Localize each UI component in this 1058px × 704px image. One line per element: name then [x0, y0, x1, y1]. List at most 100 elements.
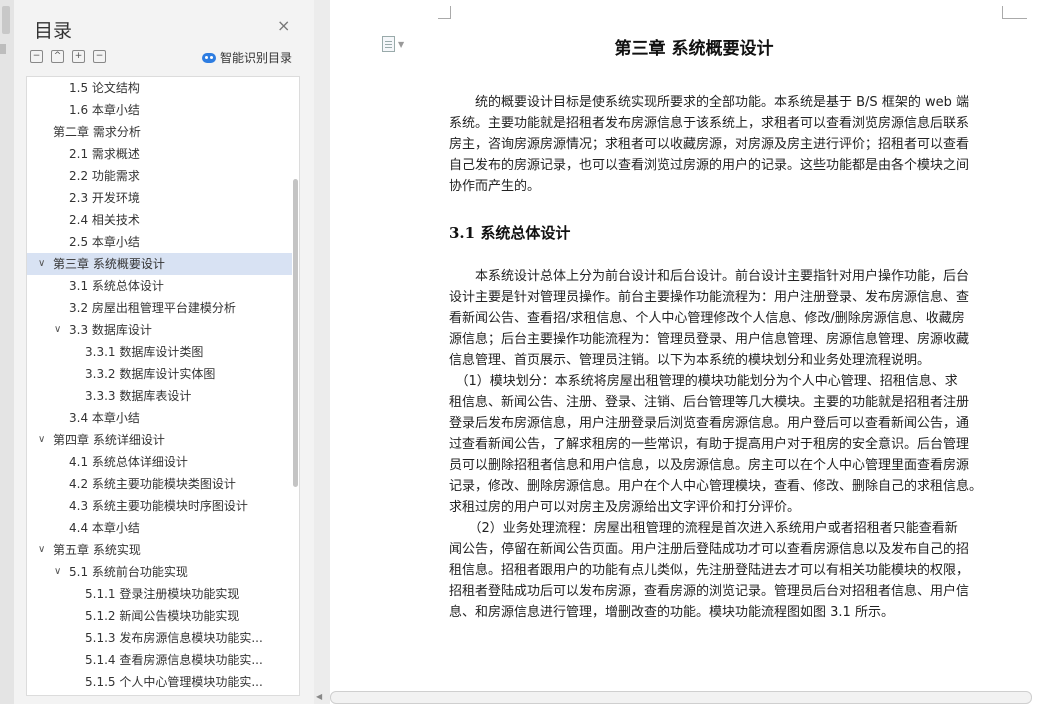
toc-item[interactable]: 5.1.3 发布房源信息模块功能实... — [27, 627, 292, 649]
intro-paragraph: 统的概要设计目标是使系统实现所要求的全部功能。本系统是基于 B/S 框架的 we… — [449, 92, 1006, 197]
remove-heading-icon[interactable]: − — [93, 50, 106, 63]
toc-item[interactable]: 4.2 系统主要功能模块类图设计 — [27, 473, 292, 495]
text-line: 本系统设计总体上分为前台设计和后台设计。前台设计主要指针对用户操作功能，后台 — [449, 269, 970, 284]
text-line: 招租者登陆成功后可以发布房源，查看房源的浏览记录。管理员后台对招租者信息、用户信 — [449, 584, 970, 599]
toc-item[interactable]: 第二章 需求分析 — [27, 121, 292, 143]
toc-item-label: 3.3.2 数据库设计实体图 — [85, 367, 216, 381]
toc-item[interactable]: 4.1 系统总体详细设计 — [27, 451, 292, 473]
toc-item[interactable]: ∨ 5.1 系统前台功能实现 — [27, 561, 292, 583]
text-line: 息、和房源信息进行管理，增删改查的功能。模块功能流程图如图 3.1 所示。 — [449, 605, 894, 620]
toc-item[interactable]: 1.5 论文结构 — [27, 77, 292, 99]
chapter-title: 第三章 系统概要设计 — [614, 39, 774, 59]
toc-item[interactable]: ∨ 第三章 系统概要设计 — [27, 253, 292, 275]
text-line: 统的概要设计目标是使系统实现所要求的全部功能。本系统是基于 B/S 框架的 we… — [449, 95, 969, 110]
toc-item-label: 4.1 系统总体详细设计 — [69, 455, 188, 469]
toc-item-label: 4.4 本章小结 — [69, 521, 140, 535]
body-paragraph: 本系统设计总体上分为前台设计和后台设计。前台设计主要指针对用户操作功能，后台 设计… — [449, 266, 1006, 623]
chevron-down-icon[interactable]: ∨ — [38, 253, 45, 275]
toc-item[interactable]: 2.2 功能需求 — [27, 165, 292, 187]
toc-item-label: 第二章 需求分析 — [53, 125, 141, 139]
horizontal-scrollbar[interactable] — [330, 691, 1032, 704]
toc-item-label: 5.1.4 查看房源信息模块功能实... — [85, 653, 263, 667]
toc-item-label: 第三章 系统概要设计 — [53, 257, 165, 271]
chevron-down-icon[interactable]: ∨ — [38, 429, 45, 451]
strip-marker — [0, 44, 6, 54]
toc-item-label: 5.1 系统前台功能实现 — [69, 565, 188, 579]
toc-item-label: 第四章 系统详细设计 — [53, 433, 165, 447]
toc-item-label: 2.3 开发环境 — [69, 191, 140, 205]
text-line: 闻公告，停留在新闻公告页面。用户注册后登陆成功才可以查看房源信息以及发布自己的招 — [449, 542, 970, 557]
toc-item[interactable]: 2.5 本章小结 — [27, 231, 292, 253]
left-strip — [0, 0, 15, 704]
text-line: 求租过房的用户可以对房主及房源给出文字评价和打分评价。 — [449, 500, 801, 515]
text-line: 登录后发布房源信息，用户注册登录后浏览查看房源信息。用户登后可以查看新闻公告，通 — [449, 416, 970, 431]
text-line: 租信息、新闻公告、注册、登录、注销、后台管理等几大模块。主要的功能就是招租者注册 — [449, 395, 970, 410]
toc-item-label: 2.4 相关技术 — [69, 213, 140, 227]
toc-item[interactable]: 4.4 本章小结 — [27, 517, 292, 539]
chevron-down-icon[interactable]: ∨ — [54, 561, 61, 583]
ai-bot-icon — [202, 52, 216, 63]
text-line: 租信息。招租者跟用户的功能有点儿类似，先注册登陆进去才可以有相关功能模块的权限， — [449, 563, 970, 578]
toc-item[interactable]: 3.3.3 数据库表设计 — [27, 385, 292, 407]
toc-item[interactable]: 4.3 系统主要功能模块时序图设计 — [27, 495, 292, 517]
section-title: 3.1 系统总体设计 — [449, 224, 571, 242]
text-line: 信息管理、首页展示、管理员注销。以下为本系统的模块划分和业务处理流程说明。 — [449, 353, 931, 368]
toc-item-label: 3.3.3 数据库表设计 — [85, 389, 192, 403]
panel-divider[interactable] — [314, 0, 330, 704]
toc-item-label: 4.3 系统主要功能模块时序图设计 — [69, 499, 248, 513]
scroll-left-icon[interactable]: ◀ — [316, 692, 322, 701]
toc-item[interactable]: 3.1 系统总体设计 — [27, 275, 292, 297]
toc-item[interactable]: 2.3 开发环境 — [27, 187, 292, 209]
toc-item[interactable]: 2.1 需求概述 — [27, 143, 292, 165]
add-heading-icon[interactable]: + — [72, 50, 85, 63]
toc-title: 目录 — [34, 20, 73, 42]
text-line: 自己发布的房源记录，也可以查看浏览过房源的用户的记录。这些功能都是由各个模块之间 — [449, 158, 970, 173]
text-line: 记录，修改、删除房源信息。用户在个人中心管理模块，查看、修改、删除自己的求租信息… — [449, 479, 983, 494]
text-line: 看新闻公告、查看招/求租信息、个人中心管理修改个人信息、修改/删除房源信息、收藏… — [449, 311, 965, 326]
expand-up-icon[interactable]: ^ — [51, 50, 64, 63]
chevron-down-icon[interactable]: ∨ — [54, 319, 61, 341]
toc-item-label: 1.6 本章小结 — [69, 103, 140, 117]
toc-item-label: 2.2 功能需求 — [69, 169, 140, 183]
text-line: 员可以删除招租者信息和用户信息，以及房源信息。房主可以在个人中心管理里面查看房源 — [449, 458, 970, 473]
toc-item[interactable]: 1.6 本章小结 — [27, 99, 292, 121]
toc-item-label: 5.1.1 登录注册模块功能实现 — [85, 587, 240, 601]
chevron-down-icon[interactable]: ∨ — [38, 539, 45, 561]
close-icon[interactable]: × — [277, 18, 290, 34]
text-line: 设计主要是针对管理员操作。前台主要操作功能流程为：用户注册登录、发布房源信息、查 — [449, 290, 970, 305]
smart-recognize-button[interactable]: 智能识别目录 — [202, 49, 292, 66]
document-page: ▼ 第三章 系统概要设计 统的概要设计目标是使系统实现所要求的全部功能。本系统是… — [330, 0, 1058, 704]
toc-item-label: 3.1 系统总体设计 — [69, 279, 164, 293]
toc-list: 1.5 论文结构 1.6 本章小结第二章 需求分析 2.1 需求概述 2.2 功能需求… — [27, 77, 292, 693]
collapse-all-icon[interactable]: − — [30, 50, 43, 63]
toc-item[interactable]: 2.4 相关技术 — [27, 209, 292, 231]
toc-scrollbar-thumb[interactable] — [293, 179, 298, 487]
toc-toolbar: − ^ + − — [30, 50, 106, 63]
toc-item[interactable]: ∨ 3.3 数据库设计 — [27, 319, 292, 341]
toc-item-label: 1.5 论文结构 — [69, 81, 140, 95]
toc-panel: 1.5 论文结构 1.6 本章小结第二章 需求分析 2.1 需求概述 2.2 功能需求… — [26, 76, 300, 696]
strip-handle[interactable] — [2, 6, 10, 34]
toc-item-label: 2.1 需求概述 — [69, 147, 140, 161]
toc-item[interactable]: 5.1.2 新闻公告模块功能实现 — [27, 605, 292, 627]
toc-item-label: 3.4 本章小结 — [69, 411, 140, 425]
toc-item[interactable]: ∨ 第五章 系统实现 — [27, 539, 292, 561]
toc-item[interactable]: 5.1.5 个人中心管理模块功能实... — [27, 671, 292, 693]
toc-item[interactable]: ∨ 第四章 系统详细设计 — [27, 429, 292, 451]
toc-item-label: 4.2 系统主要功能模块类图设计 — [69, 477, 236, 491]
toc-item[interactable]: 5.1.4 查看房源信息模块功能实... — [27, 649, 292, 671]
text-line: 源信息；后台主要操作功能流程为：管理员登录、用户信息管理、房源信息管理、房源收藏 — [449, 332, 970, 347]
toc-item-label: 5.1.3 发布房源信息模块功能实... — [85, 631, 263, 645]
toc-item[interactable]: 3.2 房屋出租管理平台建模分析 — [27, 297, 292, 319]
text-line: （1）模块划分：本系统将房屋出租管理的模块功能划分为个人中心管理、招租信息、求 — [449, 374, 958, 389]
toc-item-label: 5.1.5 个人中心管理模块功能实... — [85, 675, 263, 689]
crop-mark-top-left — [438, 6, 451, 19]
text-line: 过查看新闻公告，了解求租房的一些常识，有助于提高用户对于租房的安全意识。后台管理 — [449, 437, 970, 452]
toc-item[interactable]: 5.1.1 登录注册模块功能实现 — [27, 583, 292, 605]
toc-item[interactable]: 3.4 本章小结 — [27, 407, 292, 429]
toc-item-label: 5.1.2 新闻公告模块功能实现 — [85, 609, 240, 623]
toc-item[interactable]: 3.3.2 数据库设计实体图 — [27, 363, 292, 385]
toc-item-label: 第五章 系统实现 — [53, 543, 141, 557]
toc-item[interactable]: 3.3.1 数据库设计类图 — [27, 341, 292, 363]
text-line: 房主，咨询房源房源情况；求租者可以收藏房源，对房源及房主进行评价；招租者可以查看 — [449, 137, 970, 152]
